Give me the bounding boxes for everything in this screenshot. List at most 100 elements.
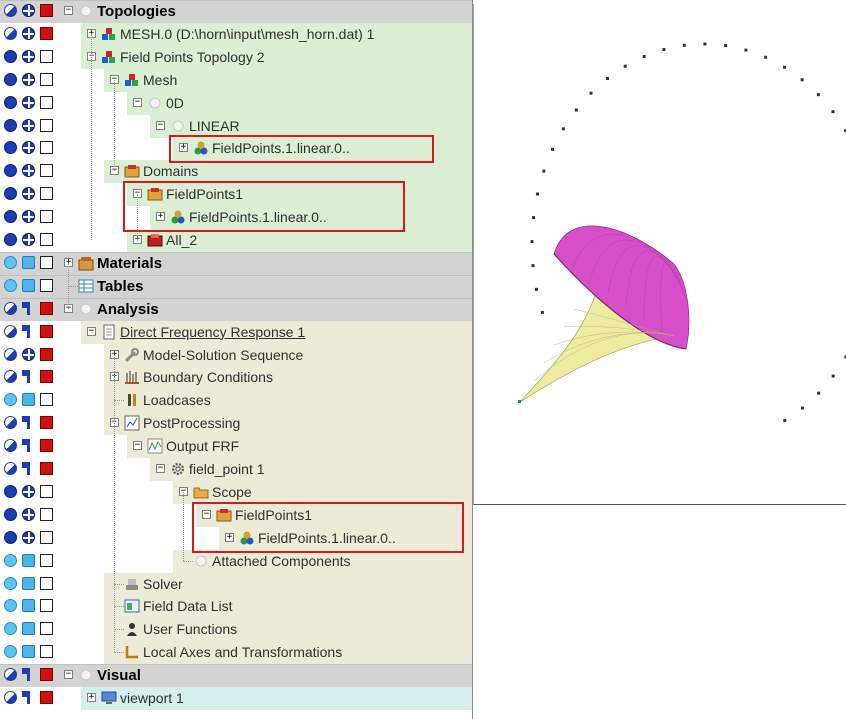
visibility-icon[interactable]: [4, 72, 17, 86]
status-square-icon[interactable]: [40, 187, 53, 201]
display-mode-icon[interactable]: [22, 118, 35, 132]
status-square-icon[interactable]: [40, 370, 53, 384]
visibility-icon[interactable]: [4, 187, 17, 201]
visibility-icon[interactable]: [4, 599, 17, 613]
visibility-icon[interactable]: [4, 462, 17, 475]
visibility-icon[interactable]: [4, 668, 17, 682]
visibility-icon[interactable]: [4, 645, 17, 659]
collapse-icon[interactable]: −: [64, 6, 73, 15]
status-square-icon[interactable]: [40, 416, 53, 430]
edit-mode-icon[interactable]: [22, 439, 35, 453]
visibility-icon[interactable]: [4, 118, 17, 132]
display-mode-icon[interactable]: [22, 507, 35, 521]
status-square-icon[interactable]: [40, 26, 53, 40]
status-square-icon[interactable]: [40, 439, 53, 453]
display-mode-icon[interactable]: [22, 278, 35, 292]
visibility-icon[interactable]: [4, 370, 17, 384]
visibility-icon[interactable]: [4, 95, 17, 109]
display-mode-icon[interactable]: [22, 210, 35, 224]
status-square-icon[interactable]: [40, 49, 53, 63]
status-square-icon[interactable]: [40, 255, 53, 269]
display-mode-icon[interactable]: [22, 645, 35, 659]
edit-mode-icon[interactable]: [22, 324, 35, 338]
tree-row[interactable]: + All_2: [0, 229, 472, 252]
tree-row[interactable]: Attached Components: [0, 549, 472, 573]
status-square-icon[interactable]: [40, 164, 53, 178]
visibility-icon[interactable]: [4, 26, 17, 40]
status-square-icon[interactable]: [40, 347, 53, 361]
visibility-icon[interactable]: [4, 507, 17, 521]
status-square-icon[interactable]: [40, 4, 53, 17]
tree-row[interactable]: − Domains: [0, 160, 472, 184]
collapse-icon[interactable]: −: [87, 326, 96, 336]
edit-mode-icon[interactable]: [22, 301, 35, 315]
visibility-icon[interactable]: [4, 301, 17, 315]
edit-mode-icon[interactable]: [22, 462, 35, 475]
tree-row[interactable]: − Field Points Topology 2: [0, 45, 472, 69]
tree-row[interactable]: + Materials: [0, 251, 472, 275]
tree-row[interactable]: − LINEAR: [0, 114, 472, 138]
status-square-icon[interactable]: [40, 95, 53, 109]
status-square-icon[interactable]: [40, 553, 53, 567]
display-mode-icon[interactable]: [22, 187, 35, 201]
status-square-icon[interactable]: [40, 118, 53, 132]
edit-mode-icon[interactable]: [22, 370, 35, 384]
status-square-icon[interactable]: [40, 691, 53, 704]
visibility-icon[interactable]: [4, 141, 17, 155]
status-square-icon[interactable]: [40, 645, 53, 659]
status-square-icon[interactable]: [40, 72, 53, 86]
tree-row[interactable]: − PostProcessing: [0, 412, 472, 436]
tree-row[interactable]: − Topologies: [0, 0, 472, 23]
tree-row[interactable]: Field Data List: [0, 595, 472, 619]
tree-row[interactable]: + viewport 1: [0, 687, 472, 710]
edit-mode-icon[interactable]: [22, 691, 35, 704]
collapse-icon[interactable]: −: [64, 670, 73, 680]
collapse-icon[interactable]: −: [156, 120, 165, 130]
status-square-icon[interactable]: [40, 622, 53, 636]
display-mode-icon[interactable]: [22, 164, 35, 178]
display-mode-icon[interactable]: [22, 95, 35, 109]
visibility-icon[interactable]: [4, 164, 17, 178]
visibility-icon[interactable]: [4, 691, 17, 704]
visibility-icon[interactable]: [4, 233, 17, 246]
status-square-icon[interactable]: [40, 324, 53, 338]
3d-viewport[interactable]: [473, 4, 846, 505]
status-square-icon[interactable]: [40, 599, 53, 613]
status-square-icon[interactable]: [40, 393, 53, 407]
status-square-icon[interactable]: [40, 668, 53, 682]
display-mode-icon[interactable]: [22, 530, 35, 544]
status-square-icon[interactable]: [40, 507, 53, 521]
visibility-icon[interactable]: [4, 347, 17, 361]
visibility-icon[interactable]: [4, 278, 17, 292]
display-mode-icon[interactable]: [22, 599, 35, 613]
tree-row[interactable]: − Scope: [0, 480, 472, 504]
collapse-icon[interactable]: −: [133, 441, 142, 451]
tree-row[interactable]: − Visual: [0, 664, 472, 688]
visibility-icon[interactable]: [4, 622, 17, 636]
tree-row[interactable]: Local Axes and Transformations: [0, 641, 472, 665]
status-square-icon[interactable]: [40, 484, 53, 498]
edit-mode-icon[interactable]: [22, 416, 35, 430]
visibility-icon[interactable]: [4, 484, 17, 498]
status-square-icon[interactable]: [40, 278, 53, 292]
status-square-icon[interactable]: [40, 301, 53, 315]
edit-mode-icon[interactable]: [22, 668, 35, 682]
status-square-icon[interactable]: [40, 233, 53, 246]
visibility-icon[interactable]: [4, 576, 17, 590]
visibility-icon[interactable]: [4, 255, 17, 269]
collapse-icon[interactable]: −: [156, 464, 165, 473]
expand-icon[interactable]: +: [87, 693, 96, 702]
tree-row[interactable]: + MESH.0 (D:\horn\input\mesh_horn.dat) 1: [0, 22, 472, 46]
display-mode-icon[interactable]: [22, 26, 35, 40]
display-mode-icon[interactable]: [22, 484, 35, 498]
display-mode-icon[interactable]: [22, 393, 35, 407]
tree-row[interactable]: User Functions: [0, 618, 472, 642]
display-mode-icon[interactable]: [22, 72, 35, 86]
visibility-icon[interactable]: [4, 416, 17, 430]
visibility-icon[interactable]: [4, 4, 17, 17]
display-mode-icon[interactable]: [22, 4, 35, 17]
tree-row[interactable]: + Model-Solution Sequence: [0, 343, 472, 367]
visibility-icon[interactable]: [4, 393, 17, 407]
display-mode-icon[interactable]: [22, 576, 35, 590]
status-square-icon[interactable]: [40, 210, 53, 224]
